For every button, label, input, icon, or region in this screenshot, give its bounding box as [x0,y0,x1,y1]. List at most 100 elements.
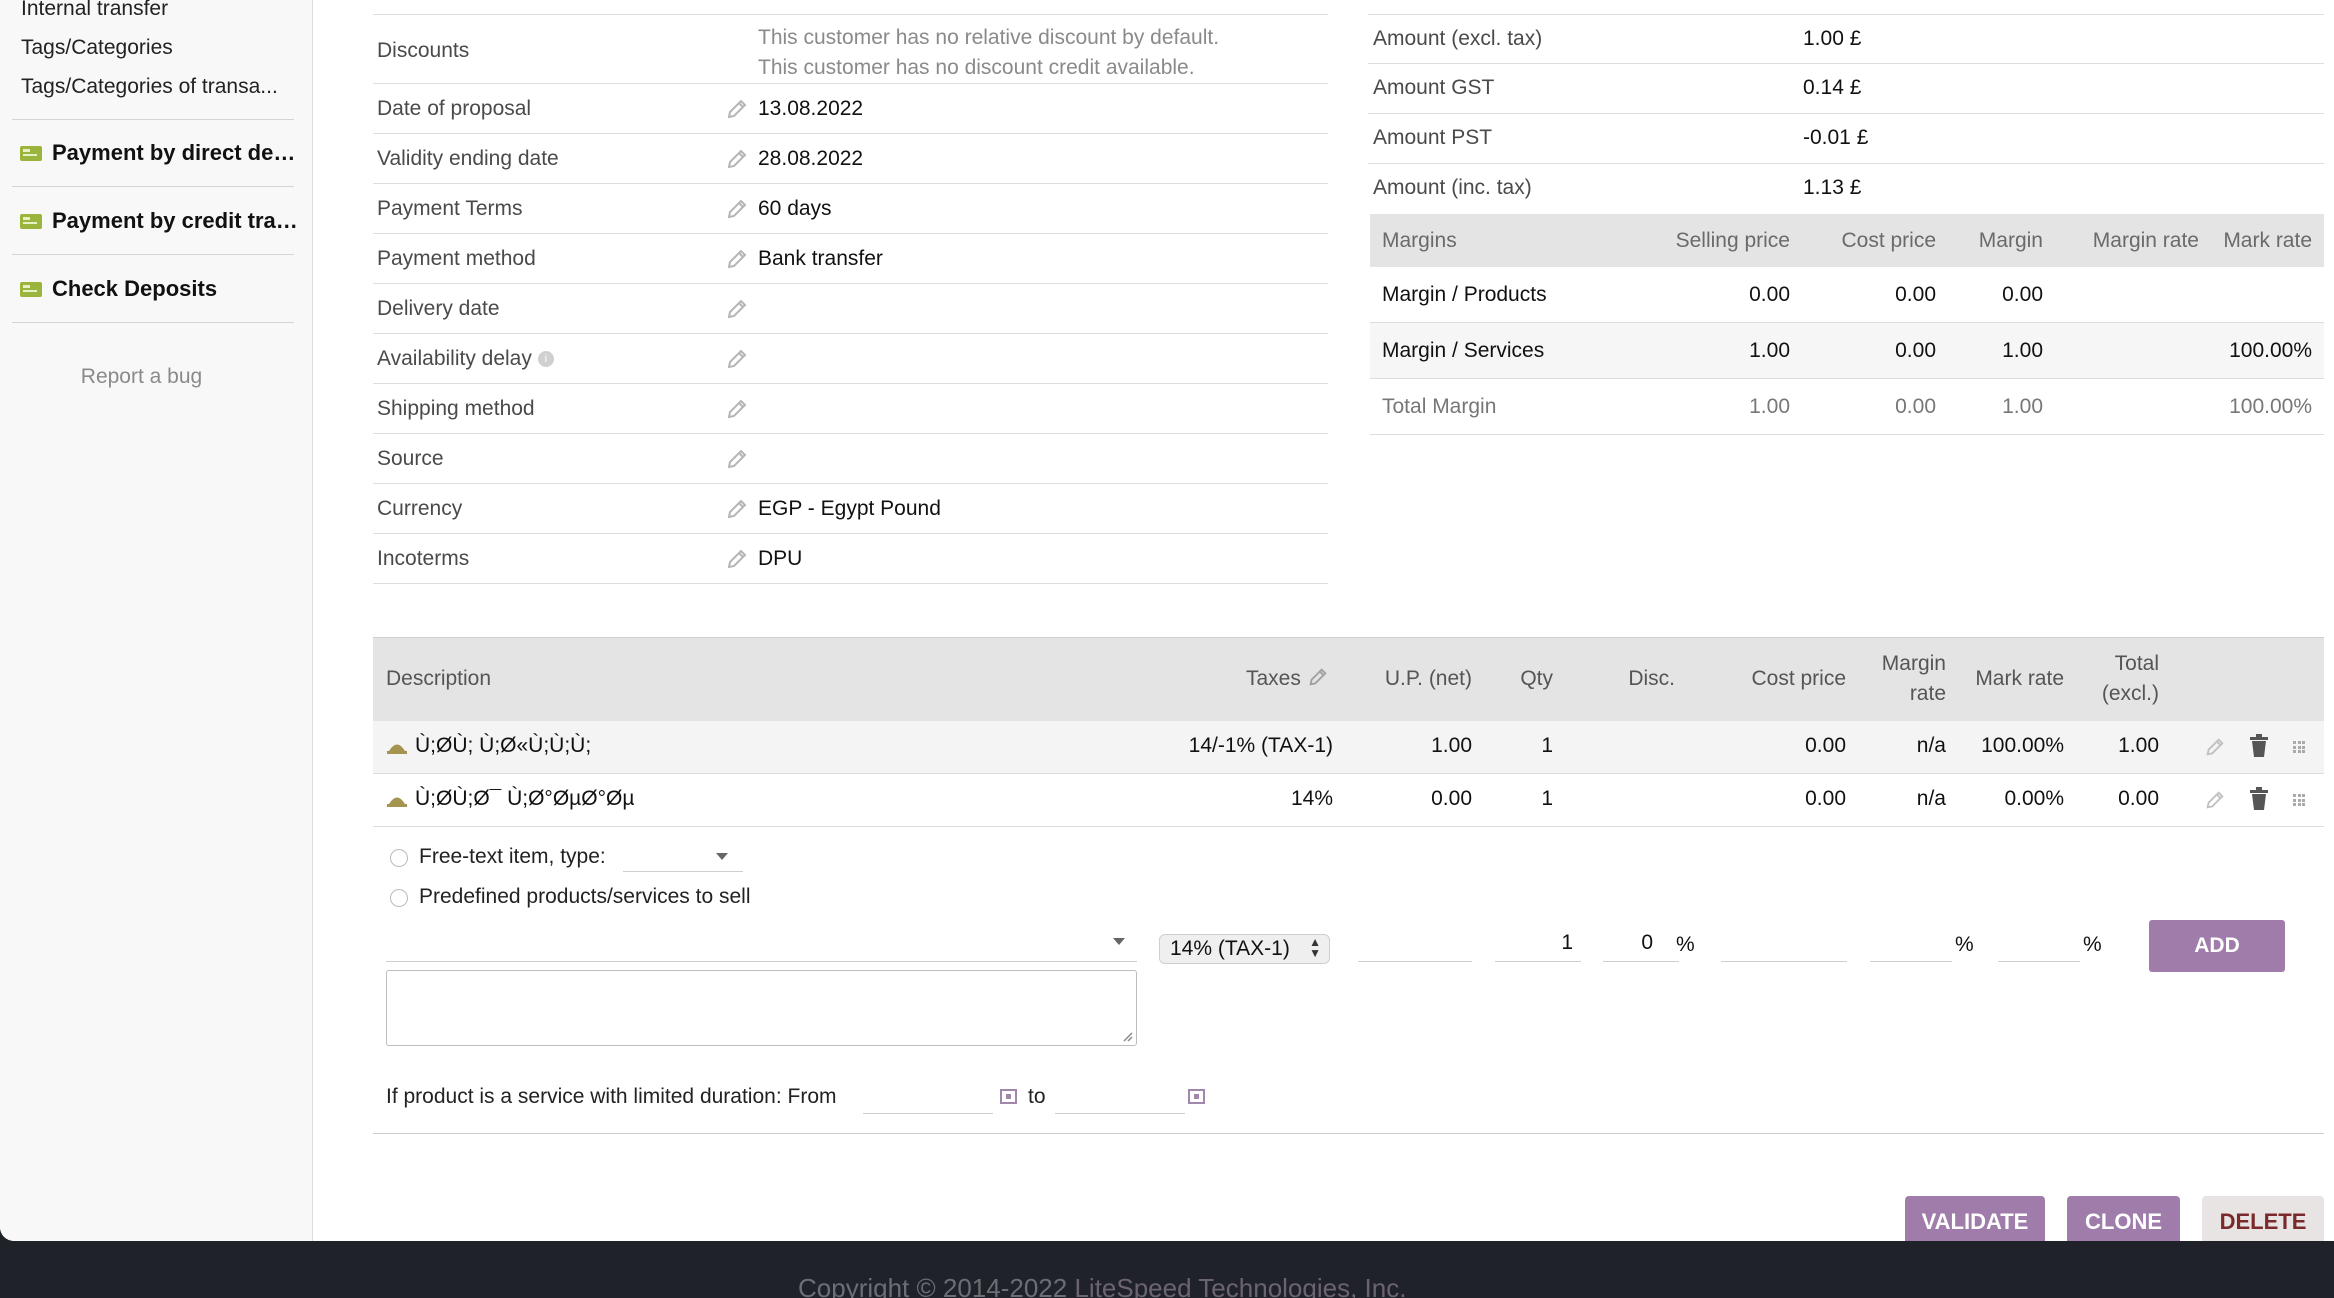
pencil-icon[interactable] [725,247,749,271]
pencil-icon[interactable] [725,447,749,471]
column-header-margin-rate: Margin [1881,652,1946,675]
validate-button[interactable]: VALIDATE [1905,1196,2045,1241]
sidebar-menu-direct-debit[interactable]: Payment by direct debit [20,138,300,168]
column-header: Margin [1978,229,2043,252]
product-select[interactable] [386,924,1137,962]
amount-value: 1.00 £ [1803,27,1862,50]
tax-rate-value: 14% (TAX-1) [1170,937,1290,960]
sidebar-menu-credit-transfer[interactable]: Payment by credit transfer [20,206,300,236]
field-label-text: Availability delay [377,347,532,370]
pencil-icon[interactable] [2204,789,2226,811]
line-description: Ù;ØÙ; Ù;Ø«Ù;Ù;Ù; [415,734,592,757]
selling-price: 1.00 [1749,395,1790,418]
line-cost-price: 0.00 [1805,787,1846,810]
sidebar-menu-label: Payment by credit transfer [52,208,300,233]
drag-handle-icon[interactable] [2293,794,2305,806]
margin-rate-input[interactable] [1870,924,1952,962]
pencil-icon[interactable] [725,197,749,221]
discount-info-line: This customer has no relative discount b… [758,26,1220,49]
column-header: Mark rate [2223,229,2312,252]
amount-row: Amount (excl. tax) 1.00 £ [1368,14,2324,64]
line-description-textarea[interactable] [386,970,1137,1046]
sidebar-link-internal-transfer[interactable]: Internal transfer [21,0,297,21]
amount-label: Amount (inc. tax) [1373,176,1532,199]
table-row[interactable]: Ù;ØÙ; Ù;Ø«Ù;Ù;Ù; 14/-1% (TAX-1) 1.00 1 0… [373,721,2324,774]
calendar-icon[interactable] [1188,1089,1205,1104]
free-text-radio[interactable] [390,849,408,867]
clone-button[interactable]: CLONE [2067,1196,2180,1241]
field-row-date-of-proposal: Date of proposal 13.08.2022 [373,84,1328,134]
table-row[interactable]: Ù;ØÙ;Ø¯ Ù;Ø°ØµØ°Øµ 14% 0.00 1 0.00 n/a 0… [373,774,2324,827]
resize-handle-icon[interactable] [1121,1030,1133,1042]
field-row-delivery-date: Delivery date [373,284,1328,334]
amount-row: Amount (inc. tax) 1.13 £ [1368,164,2324,214]
cost-price: 0.00 [1895,339,1936,362]
pencil-icon[interactable] [725,347,749,371]
column-header-unit-price: U.P. (net) [1384,667,1472,690]
duration-label: If product is a service with limited dur… [386,1085,837,1108]
mark-rate-input[interactable] [1998,924,2080,962]
sidebar-link-tags-categories[interactable]: Tags/Categories [21,36,297,60]
field-row-validity-ending-date: Validity ending date 28.08.2022 [373,134,1328,184]
field-value: 13.08.2022 [758,97,864,120]
discount-percent-sign: % [1676,933,1695,956]
margin-row: Margin / Services 1.00 0.00 1.00 100.00% [1370,323,2324,379]
column-header-mark-rate: Mark rate [1975,667,2064,690]
line-unit-price: 1.00 [1431,734,1472,757]
payment-icon [20,145,42,161]
unit-price-input[interactable] [1358,924,1472,962]
field-label: Payment method [377,247,536,270]
sidebar-link-tags-categories-transactions[interactable]: Tags/Categories of transa... [21,75,297,99]
line-description: Ù;ØÙ;Ø¯ Ù;Ø°ØµØ°Øµ [415,787,635,810]
delete-button[interactable]: DELETE [2202,1196,2324,1241]
lines-header: Description Taxes U.P. (net) Qty Disc. C… [373,637,2324,721]
column-header-qty: Qty [1520,667,1553,690]
free-text-type-select[interactable] [623,838,743,872]
pencil-icon[interactable] [725,497,749,521]
predefined-product-radio[interactable] [390,889,408,907]
calendar-icon[interactable] [1000,1089,1017,1104]
amount-label: Amount GST [1373,76,1495,99]
pencil-icon[interactable] [725,547,749,571]
column-header-total: Total [2114,652,2159,675]
trash-icon[interactable] [2248,787,2270,811]
discount-input[interactable]: 0 [1603,924,1679,962]
pencil-icon[interactable] [725,97,749,121]
quantity-input[interactable]: 1 [1495,924,1581,962]
mark-rate: 100.00% [2229,395,2312,418]
margin-row: Margin / Products 0.00 0.00 0.00 [1370,267,2324,323]
margin-name: Margin / Services [1382,339,1545,362]
pencil-icon[interactable] [725,297,749,321]
margins-header: Margins Selling price Cost price Margin … [1370,214,2324,267]
field-label: Discounts [377,39,470,62]
predefined-product-label: Predefined products/services to sell [419,885,751,908]
company-link[interactable]: LiteSpeed Technologies, Inc. [1074,1273,1406,1298]
mark-rate: 100.00% [2229,339,2312,362]
line-total: 0.00 [2118,787,2159,810]
line-total: 1.00 [2118,734,2159,757]
add-button[interactable]: ADD [2149,920,2285,972]
sidebar-menu-check-deposits[interactable]: Check Deposits [20,274,300,304]
field-value: 28.08.2022 [758,147,864,170]
app-window: Internal transfer Tags/Categories Tags/C… [0,0,2334,1241]
line-mark-rate: 0.00% [2004,787,2064,810]
info-icon[interactable]: i [537,351,554,368]
pencil-icon[interactable] [725,147,749,171]
report-bug-link[interactable]: Report a bug [0,365,283,389]
trash-icon[interactable] [2248,734,2270,758]
date-from-input[interactable] [863,1076,993,1114]
pencil-icon[interactable] [1307,666,1329,688]
margin-name: Margin / Products [1382,283,1547,306]
mark-percent-sign: % [2083,933,2102,956]
copyright-text: Copyright © 2014-2022 [798,1273,1068,1298]
column-header: Margin rate [2092,229,2199,252]
pencil-icon[interactable] [2204,736,2226,758]
field-value: DPU [758,547,803,570]
pencil-icon[interactable] [725,397,749,421]
cost-price-input[interactable] [1721,924,1847,962]
tax-rate-select[interactable]: 14% (TAX-1) ▲ ▼ [1159,934,1330,964]
line-margin-rate: n/a [1916,787,1946,810]
date-to-input[interactable] [1055,1076,1185,1114]
drag-handle-icon[interactable] [2293,741,2305,753]
field-value: Bank transfer [758,247,883,270]
